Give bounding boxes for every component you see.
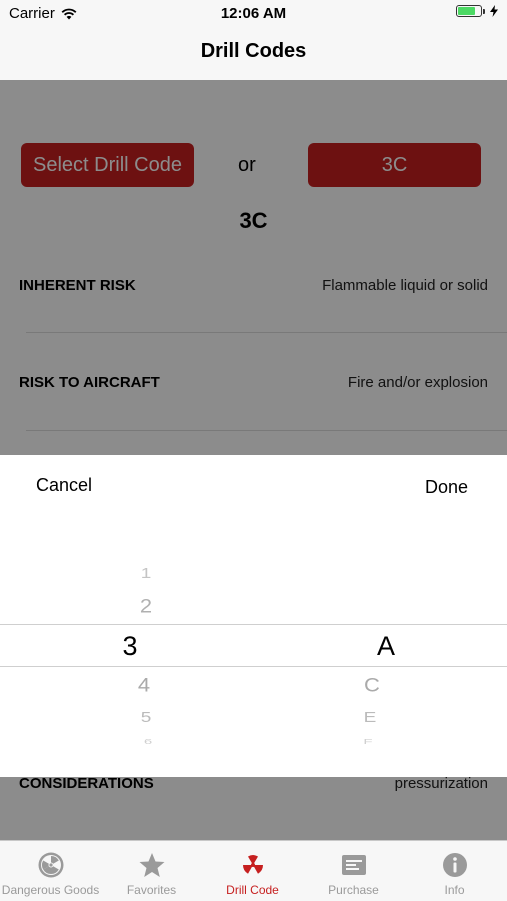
- cancel-button[interactable]: Cancel: [36, 475, 92, 496]
- picker-option[interactable]: 6: [118, 737, 178, 746]
- tab-label: Favorites: [126, 883, 177, 897]
- picker-option[interactable]: C: [342, 673, 402, 696]
- status-bar: Carrier 12:06 AM: [0, 0, 507, 28]
- tab-dangerous-goods[interactable]: Dangerous Goods: [0, 841, 101, 901]
- status-time: 12:06 AM: [220, 5, 287, 22]
- receipt-icon: [341, 855, 366, 875]
- picker-option[interactable]: 5: [116, 709, 176, 727]
- radiation-icon: [38, 852, 63, 878]
- picker-option[interactable]: F: [338, 737, 398, 746]
- battery-icon: [456, 5, 485, 17]
- battery-indicator: [456, 5, 498, 17]
- done-button[interactable]: Done: [425, 477, 468, 498]
- tab-label: Purchase: [328, 883, 379, 897]
- tab-favorites[interactable]: Favorites: [101, 841, 202, 901]
- navigation-bar: Drill Codes: [0, 28, 507, 81]
- picker-option-selected[interactable]: A: [356, 631, 416, 662]
- tab-label: Info: [444, 883, 465, 897]
- picker-option[interactable]: 4: [114, 673, 174, 696]
- drill-code-picker-sheet: Cancel Done 1 2 3 4 5 6 A C E F: [0, 455, 507, 777]
- info-icon: [442, 853, 467, 877]
- tab-label: Dangerous Goods: [1, 883, 100, 897]
- page-title: Drill Codes: [200, 40, 307, 62]
- picker-option-selected[interactable]: 3: [100, 631, 160, 662]
- radiation-icon: [242, 855, 263, 874]
- charging-bolt-icon: [490, 5, 498, 17]
- picker-selection-top-line: [0, 624, 507, 625]
- tab-info[interactable]: Info: [404, 841, 505, 901]
- tab-drill-code[interactable]: Drill Code: [202, 841, 303, 901]
- picker-option[interactable]: E: [340, 709, 400, 727]
- tab-label: Drill Code: [226, 883, 279, 897]
- picker-option[interactable]: 1: [116, 565, 176, 583]
- tab-purchase[interactable]: Purchase: [303, 841, 404, 901]
- picker-option[interactable]: 2: [116, 594, 176, 617]
- picker-selection-bottom-line: [0, 666, 507, 667]
- tab-bar: Dangerous Goods Favorites Drill Code Pur…: [0, 840, 507, 901]
- star-icon: [139, 853, 164, 877]
